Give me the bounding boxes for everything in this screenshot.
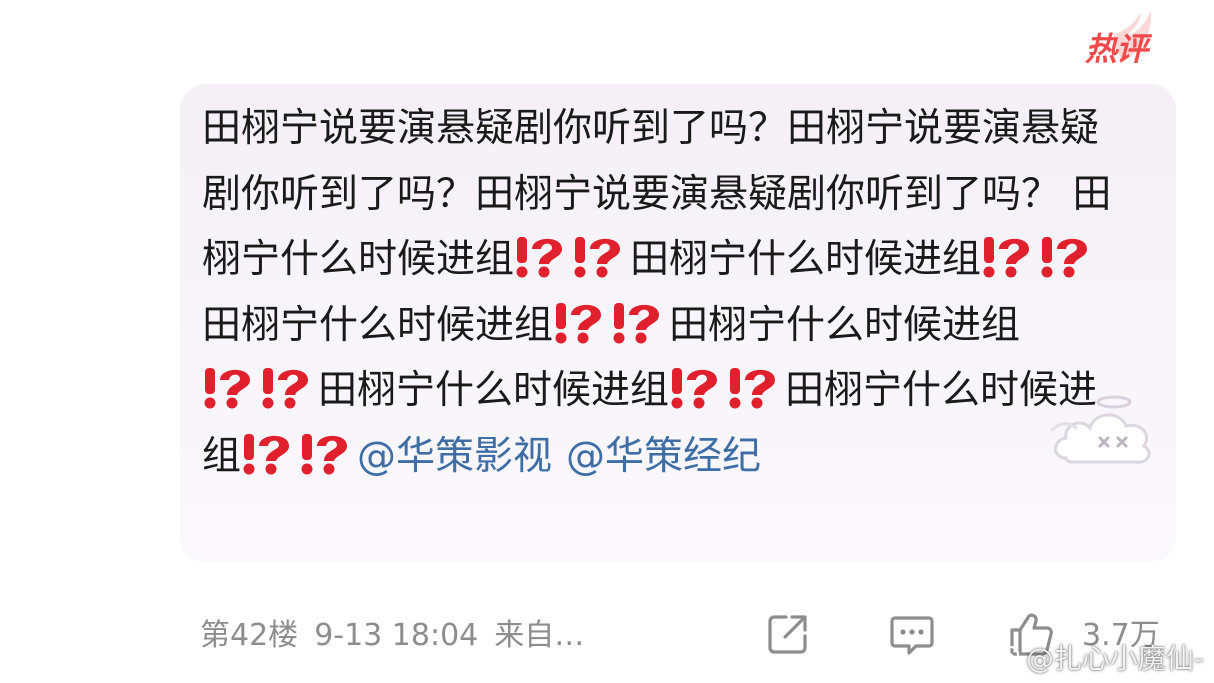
floor-number: 第42楼 [200,618,299,653]
mention-link[interactable]: @华策影视 [357,434,552,479]
comment-segment: 田栩宁什么时候进组 [202,302,554,348]
hot-comment-badge: 热评 [1069,4,1159,74]
interrobang-emoji-pair [982,235,1096,279]
comment-meta: 第42楼 9-13 18:04 来自… [200,610,584,654]
watermark-text: @扎心小魔仙- [1025,642,1204,675]
weibo-watermark: @扎心小魔仙- [990,637,1204,677]
interrobang-emoji-pair [515,235,629,279]
post-time: 9-13 18:04 [314,618,479,653]
weibo-logo-icon [990,645,1019,670]
comment-segment: 田栩宁什么时候进组 [630,237,982,282]
mention-link[interactable]: @华策经纪 [566,434,761,479]
post-source: 来自… [494,618,585,653]
interrobang-emoji-pair [203,366,317,410]
share-icon[interactable] [764,610,812,658]
comment-segment: 田栩宁什么时候进组 [669,302,1021,348]
interrobang-emoji-pair [242,432,356,476]
comment-text: 田栩宁说要演悬疑剧你听到了吗？田栩宁说要演悬疑剧你听到了吗？田栩宁说要演悬疑剧你… [202,96,1122,489]
interrobang-emoji-pair [554,301,668,345]
comment-segment: 田栩宁什么时候进组 [318,368,670,413]
interrobang-emoji-pair [670,366,784,410]
comment-bubble: 田栩宁说要演悬疑剧你听到了吗？田栩宁说要演悬疑剧你听到了吗？田栩宁说要演悬疑剧你… [180,84,1176,562]
comment-icon[interactable] [888,610,936,658]
cloud-mascot-icon [1050,395,1151,464]
hot-badge-label: 热评 [1085,30,1148,68]
